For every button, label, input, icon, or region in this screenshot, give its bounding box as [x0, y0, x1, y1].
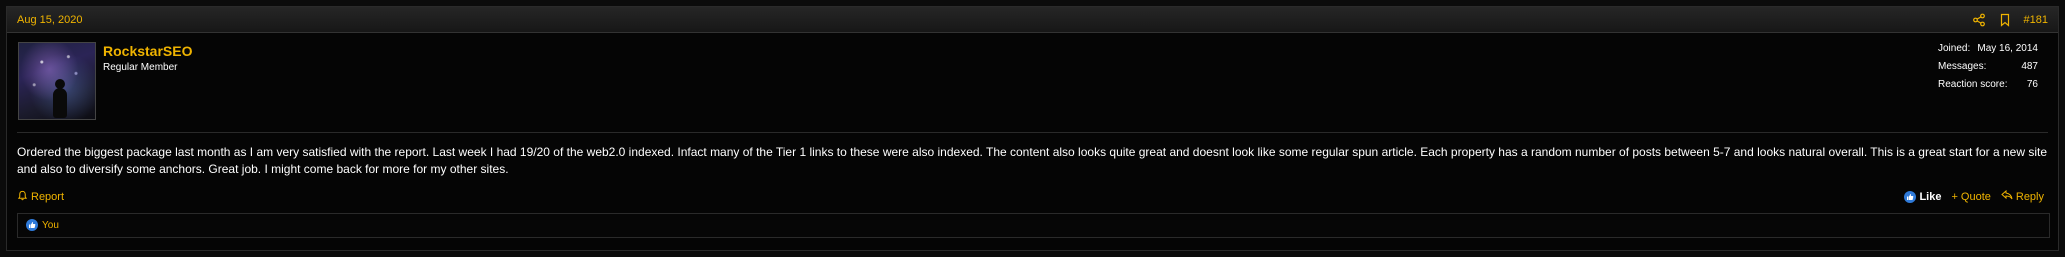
user-extras: Joined: May 16, 2014 Messages: 487 React…	[1938, 43, 2038, 97]
reaction-score-row: Reaction score: 76	[1938, 79, 2038, 97]
reply-button[interactable]: Reply	[2001, 189, 2044, 203]
reactions-user: You	[42, 219, 59, 231]
reply-icon	[2001, 189, 2013, 203]
joined-value: May 16, 2014	[1977, 43, 2038, 54]
reaction-score-value: 76	[2026, 79, 2038, 90]
reactions-list[interactable]: You	[26, 219, 59, 231]
avatar[interactable]	[18, 42, 96, 120]
post-number[interactable]: #181	[2024, 14, 2048, 26]
post-header: Aug 15, 2020 #181	[7, 7, 2058, 33]
share-icon[interactable]	[1972, 13, 1986, 27]
plus-icon: +	[1951, 190, 1958, 203]
post-date[interactable]: Aug 15, 2020	[17, 14, 82, 26]
post-actions: Like + Quote Reply	[1904, 189, 2044, 203]
bell-icon	[17, 190, 28, 204]
like-button[interactable]: Like	[1904, 190, 1941, 203]
quote-label: Quote	[1960, 190, 1991, 203]
like-label: Like	[1919, 190, 1942, 203]
message-body: Ordered the biggest package last month a…	[17, 145, 2048, 176]
quote-button[interactable]: + Quote	[1951, 190, 1990, 203]
report-label: Report	[31, 191, 65, 203]
like-reaction-icon	[26, 219, 38, 231]
divider	[17, 132, 2048, 133]
joined-label: Joined:	[1938, 43, 1971, 54]
reactions-bar: You	[17, 213, 2050, 238]
username[interactable]: RockstarSEO	[103, 43, 192, 59]
thumbs-up-icon	[1904, 190, 1917, 203]
reply-label: Reply	[2015, 190, 2044, 203]
avatar-figure	[53, 79, 67, 118]
bookmark-icon[interactable]	[1998, 13, 2012, 27]
forum-post: Aug 15, 2020 #181 RockstarSEO Regular Me…	[6, 6, 2059, 251]
reaction-score-label: Reaction score:	[1938, 79, 2008, 90]
messages-row: Messages: 487	[1938, 61, 2038, 79]
report-button[interactable]: Report	[17, 190, 64, 204]
joined-row: Joined: May 16, 2014	[1938, 43, 2038, 61]
messages-label: Messages:	[1938, 61, 1987, 72]
messages-value[interactable]: 487	[2021, 61, 2038, 79]
user-title: Regular Member	[103, 62, 178, 73]
post-header-actions: #181	[1972, 13, 2048, 27]
